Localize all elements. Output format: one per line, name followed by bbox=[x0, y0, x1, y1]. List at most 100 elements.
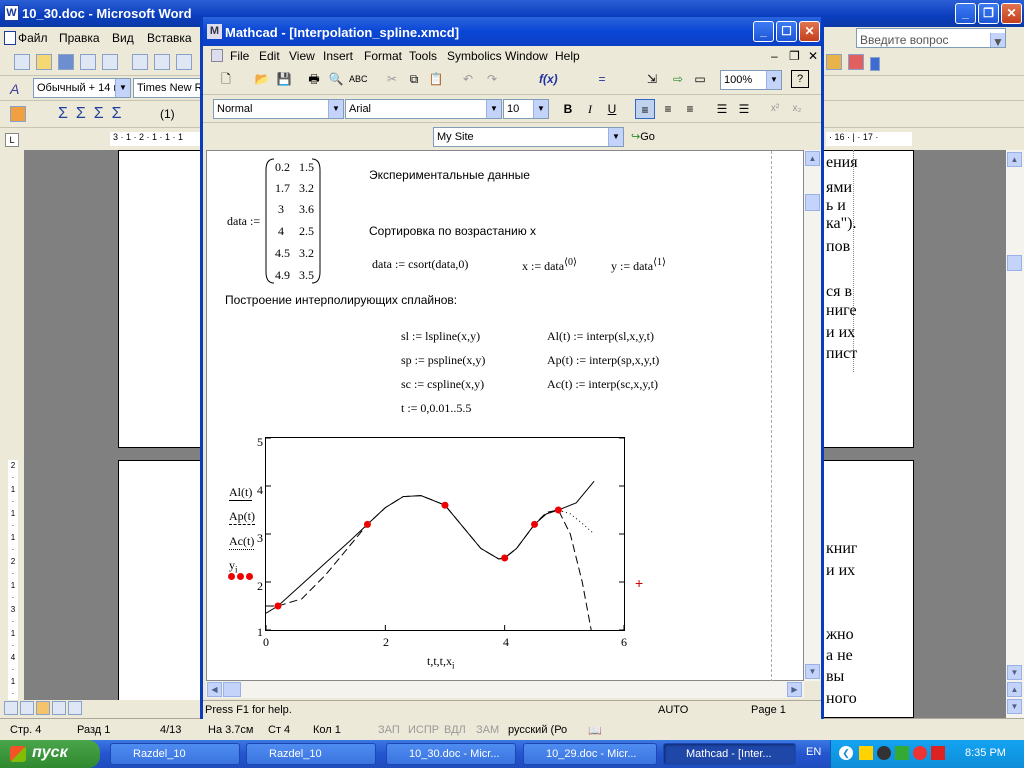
chevron-down-icon[interactable]: ▼ bbox=[486, 100, 501, 118]
status-trk[interactable]: ИСПР bbox=[408, 724, 439, 736]
scroll-thumb[interactable] bbox=[223, 682, 241, 697]
font-combo[interactable]: Arial ▼ bbox=[345, 99, 502, 119]
experimental-data-label[interactable]: Экспериментальные данные bbox=[369, 168, 530, 182]
media-icon[interactable] bbox=[913, 746, 927, 760]
word-style-combo[interactable]: Обычный + 14 г ▼ bbox=[33, 78, 131, 98]
word-font-combo[interactable]: Times New Ro bbox=[133, 78, 205, 98]
permission-icon[interactable] bbox=[80, 54, 96, 70]
scroll-left-icon[interactable]: ◀ bbox=[207, 682, 222, 697]
help-icon[interactable]: ? bbox=[791, 70, 809, 88]
open-folder-icon[interactable] bbox=[36, 54, 52, 70]
bold-icon[interactable]: B bbox=[558, 99, 578, 119]
menu-file[interactable]: File bbox=[230, 49, 249, 63]
menu-insert[interactable]: Insert bbox=[323, 49, 353, 63]
menu-view[interactable]: View bbox=[289, 49, 315, 63]
word-close-button[interactable]: ✕ bbox=[1001, 3, 1022, 24]
cspline-definition[interactable]: sc := cspline(x,y) bbox=[401, 377, 484, 392]
size-combo[interactable]: 10 ▼ bbox=[503, 99, 549, 119]
matrix-cell[interactable]: 3.2 bbox=[299, 246, 314, 261]
menu-window[interactable]: Window bbox=[505, 49, 548, 63]
matrix-cell[interactable]: 4 bbox=[278, 224, 284, 239]
menu-tools[interactable]: Tools bbox=[409, 49, 437, 63]
taskbar-button-razdel2[interactable]: Razdel_10 bbox=[246, 743, 376, 765]
paren-icon[interactable]: (1) bbox=[160, 107, 175, 121]
scroll-down-icon[interactable]: ▼ bbox=[1007, 665, 1022, 680]
tool-icon[interactable] bbox=[826, 54, 842, 70]
matrix-cell[interactable]: 3.6 bbox=[299, 202, 314, 217]
print-preview-icon[interactable] bbox=[154, 54, 170, 70]
doc-minimize-icon[interactable]: – bbox=[771, 49, 778, 63]
status-ext[interactable]: ВДЛ bbox=[444, 724, 466, 736]
chevron-down-icon[interactable]: ▼ bbox=[533, 100, 548, 118]
align-right-icon[interactable]: ≡ bbox=[680, 99, 700, 119]
x-definition[interactable]: x := data⟨0⟩ bbox=[522, 257, 577, 274]
worksheet-vertical-scrollbar[interactable]: ▲ ▼ bbox=[804, 150, 821, 681]
undo-icon[interactable]: ↶ bbox=[459, 70, 477, 88]
equation-tool-icon[interactable] bbox=[10, 106, 26, 122]
x-axis-label[interactable]: t,t,t,xi bbox=[427, 654, 455, 670]
toolbar-options-icon[interactable] bbox=[870, 57, 880, 71]
start-button[interactable]: пуск bbox=[0, 740, 100, 768]
sort-label[interactable]: Сортировка по возрастанию x bbox=[369, 224, 536, 238]
chevron-down-icon[interactable]: ▼ bbox=[115, 79, 130, 97]
matrix-cell[interactable]: 1.7 bbox=[275, 181, 290, 196]
scroll-up-icon[interactable]: ▲ bbox=[805, 151, 820, 166]
print-layout-icon[interactable] bbox=[36, 701, 50, 715]
csort-definition[interactable]: data := csort(data,0) bbox=[372, 257, 468, 272]
pspline-definition[interactable]: sp := pspline(x,y) bbox=[401, 353, 485, 368]
status-ovr[interactable]: ЗАМ bbox=[476, 724, 499, 736]
redo-icon[interactable]: ↷ bbox=[483, 70, 501, 88]
word-restore-button[interactable]: ❐ bbox=[978, 3, 999, 24]
word-vertical-scrollbar[interactable]: ▲ ▼ ▲ ▼ bbox=[1006, 150, 1024, 718]
status-rec[interactable]: ЗАП bbox=[378, 724, 400, 736]
taskbar-button-word1029[interactable]: 10_29.doc - Micr... bbox=[523, 743, 657, 765]
spell-check-icon[interactable]: ABC bbox=[349, 70, 368, 88]
italic-icon[interactable]: I bbox=[580, 99, 600, 119]
word-menu-edit[interactable]: Правка bbox=[59, 31, 100, 45]
print-icon[interactable] bbox=[132, 54, 148, 70]
scroll-thumb[interactable] bbox=[1007, 255, 1022, 271]
align-center-icon[interactable]: ≡ bbox=[658, 99, 678, 119]
doc-restore-icon[interactable]: ❐ bbox=[789, 49, 800, 63]
menu-help[interactable]: Help bbox=[555, 49, 580, 63]
word-menu-file[interactable]: Файл bbox=[18, 31, 48, 45]
site-combo[interactable]: My Site ▼ bbox=[433, 127, 624, 147]
bullets-icon[interactable]: ☰ bbox=[712, 99, 732, 119]
legend-al[interactable]: Al(t) bbox=[229, 485, 253, 501]
plot-frame[interactable] bbox=[265, 437, 625, 631]
matrix-cell[interactable]: 1.5 bbox=[299, 160, 314, 175]
word-menu-insert[interactable]: Вставка bbox=[147, 31, 192, 45]
legend-ap[interactable]: Ap(t) bbox=[229, 509, 255, 525]
paste-icon[interactable]: 📋 bbox=[427, 70, 445, 88]
open-icon[interactable]: 📂 bbox=[253, 70, 271, 88]
matrix-cell[interactable]: 2.5 bbox=[299, 224, 314, 239]
word-minimize-button[interactable]: _ bbox=[955, 3, 976, 24]
resource-center-icon[interactable]: ⇨ bbox=[669, 70, 687, 88]
cut-icon[interactable]: ✂ bbox=[383, 70, 401, 88]
subscript-icon[interactable]: x₂ bbox=[787, 99, 807, 119]
style-combo[interactable]: Normal ▼ bbox=[213, 99, 344, 119]
new-icon[interactable]: 🗋 bbox=[217, 70, 235, 88]
mathcad-minimize-button[interactable]: _ bbox=[753, 21, 774, 42]
go-button[interactable]: ↪Go bbox=[631, 127, 667, 147]
tray-icon[interactable] bbox=[877, 746, 891, 760]
spelling-icon[interactable] bbox=[176, 54, 192, 70]
matrix-cell[interactable]: 3.2 bbox=[299, 181, 314, 196]
outline-view-icon[interactable] bbox=[52, 701, 66, 715]
email-icon[interactable] bbox=[102, 54, 118, 70]
tool-icon[interactable] bbox=[848, 54, 864, 70]
tray-icon[interactable] bbox=[895, 746, 909, 760]
underline-icon[interactable]: U bbox=[602, 99, 622, 119]
matrix-cell[interactable]: 3.5 bbox=[299, 268, 314, 283]
component-icon[interactable]: ▭ bbox=[691, 70, 709, 88]
insert-function-icon[interactable]: f(x) bbox=[539, 70, 558, 88]
taskbar-button-razdel1[interactable]: Razdel_10 bbox=[110, 743, 240, 765]
print-icon[interactable]: 🖶 bbox=[305, 70, 323, 88]
next-page-icon[interactable]: ▼ bbox=[1007, 699, 1022, 714]
matrix-cell[interactable]: 3 bbox=[278, 202, 284, 217]
legend-y[interactable]: yi bbox=[229, 558, 238, 574]
scroll-up-icon[interactable]: ▲ bbox=[1007, 152, 1022, 167]
language-indicator[interactable]: EN bbox=[806, 746, 821, 758]
ac-definition[interactable]: Ac(t) := interp(sc,x,y,t) bbox=[547, 377, 658, 392]
splines-heading[interactable]: Построение интерполирующих сплайнов: bbox=[225, 293, 457, 307]
